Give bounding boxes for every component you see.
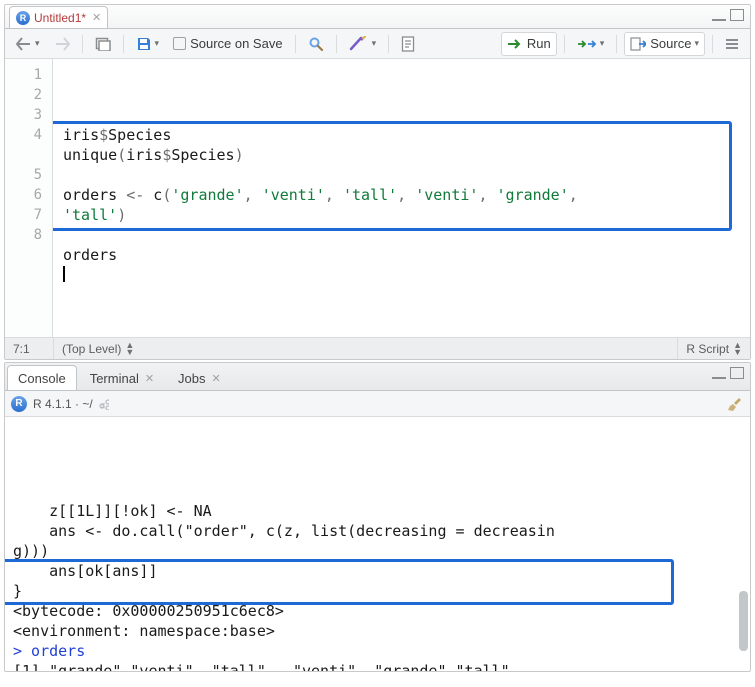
console-tabstrip: Console Terminal ✕ Jobs ✕	[5, 363, 750, 391]
minimize-pane-icon[interactable]	[712, 11, 726, 21]
tab-console[interactable]: Console	[7, 365, 77, 390]
maximize-pane-icon[interactable]	[730, 9, 744, 21]
r-logo-icon: R	[11, 396, 27, 412]
console-output[interactable]: z[[1L]][!ok] <- NA ans <- do.call("order…	[5, 417, 750, 671]
clear-console-button[interactable]	[728, 396, 744, 412]
close-icon[interactable]: ✕	[145, 372, 154, 385]
show-in-new-window-button[interactable]	[90, 32, 116, 56]
scrollbar-thumb[interactable]	[739, 591, 748, 651]
checkbox-icon	[173, 37, 186, 50]
scope-label: (Top Level)	[62, 342, 121, 356]
editor-tab[interactable]: R Untitled1* ✕	[9, 6, 108, 28]
save-button[interactable]: ▾	[131, 32, 165, 56]
tab-console-label: Console	[18, 371, 66, 386]
rerun-button[interactable]: ▾	[572, 32, 610, 56]
source-button[interactable]: Source ▾	[624, 32, 705, 56]
chevron-down-icon: ▾	[372, 38, 377, 49]
scrollbar[interactable]	[738, 421, 748, 667]
find-button[interactable]	[303, 32, 329, 56]
tab-jobs[interactable]: Jobs ✕	[167, 365, 232, 390]
console-line: > orders	[13, 641, 742, 661]
code-tools-button[interactable]: ▾	[344, 32, 382, 56]
editor-statusbar: 7:1 (Top Level) ▲▼ R Script ▲▼	[5, 337, 750, 359]
code-line[interactable]: unique(iris$Species)	[63, 145, 750, 165]
code-line[interactable]: orders	[63, 245, 750, 265]
line-gutter: 1234 5678	[5, 59, 53, 337]
source-on-save-checkbox[interactable]: Source on Save	[168, 32, 288, 56]
code-line[interactable]	[63, 265, 750, 285]
tab-terminal[interactable]: Terminal ✕	[79, 365, 165, 390]
code-body[interactable]: iris$Speciesunique(iris$Species) orders <…	[53, 59, 750, 337]
console-line: z[[1L]][!ok] <- NA	[13, 501, 742, 521]
language-selector[interactable]: R Script ▲▼	[677, 338, 750, 359]
code-line[interactable]	[63, 285, 750, 305]
code-line[interactable]	[63, 165, 750, 185]
r-file-icon: R	[16, 11, 30, 25]
editor-tabstrip: R Untitled1* ✕	[5, 5, 750, 29]
updown-icon: ▲▼	[733, 342, 742, 356]
language-label: R Script	[686, 342, 729, 356]
console-line: <bytecode: 0x00000250951c6ec8>	[13, 601, 742, 621]
compile-report-button[interactable]	[396, 32, 420, 56]
code-line[interactable]	[63, 225, 750, 245]
code-line[interactable]: 'tall')	[63, 205, 750, 225]
editor-pane: R Untitled1* ✕ ▾ ▾ Source on Save	[4, 4, 751, 360]
console-line: [1] "grande" "venti" "tall" "venti" "gra…	[13, 661, 742, 671]
pane-window-controls	[712, 367, 744, 379]
editor-tab-title: Untitled1*	[34, 11, 86, 25]
close-icon[interactable]: ✕	[92, 11, 101, 24]
run-label: Run	[527, 36, 551, 51]
tab-jobs-label: Jobs	[178, 371, 205, 386]
cursor-position: 7:1	[5, 338, 53, 359]
share-icon[interactable]	[97, 398, 109, 410]
chevron-down-icon: ▾	[35, 38, 40, 49]
r-session-info: R 4.1.1 · ~/	[33, 397, 93, 411]
console-pane: Console Terminal ✕ Jobs ✕ R R 4.1.1 · ~/…	[4, 362, 751, 672]
chevron-down-icon: ▾	[694, 38, 699, 49]
source-on-save-label: Source on Save	[190, 36, 283, 51]
back-button[interactable]: ▾	[11, 32, 45, 56]
code-line[interactable]: iris$Species	[63, 125, 750, 145]
chevron-down-icon: ▾	[600, 38, 605, 49]
forward-button[interactable]	[49, 32, 75, 56]
maximize-pane-icon[interactable]	[730, 367, 744, 379]
console-line: g)))	[13, 541, 742, 561]
console-line: <environment: namespace:base>	[13, 621, 742, 641]
updown-icon: ▲▼	[125, 342, 134, 356]
minimize-pane-icon[interactable]	[712, 369, 726, 379]
chevron-down-icon: ▾	[155, 38, 160, 49]
editor-toolbar: ▾ ▾ Source on Save ▾	[5, 29, 750, 59]
console-line: ans <- do.call("order", c(z, list(decrea…	[13, 521, 742, 541]
outline-button[interactable]	[720, 32, 744, 56]
code-line[interactable]: orders <- c('grande', 'venti', 'tall', '…	[63, 185, 750, 205]
source-label: Source	[650, 36, 691, 51]
close-icon[interactable]: ✕	[212, 372, 221, 385]
console-line: ans[ok[ans]]	[13, 561, 742, 581]
pane-window-controls	[712, 9, 744, 21]
console-subheader: R R 4.1.1 · ~/	[5, 391, 750, 417]
scope-selector[interactable]: (Top Level) ▲▼	[53, 338, 142, 359]
tab-terminal-label: Terminal	[90, 371, 139, 386]
run-button[interactable]: Run	[501, 32, 557, 56]
code-editor[interactable]: 1234 5678 iris$Speciesunique(iris$Specie…	[5, 59, 750, 337]
console-line: }	[13, 581, 742, 601]
